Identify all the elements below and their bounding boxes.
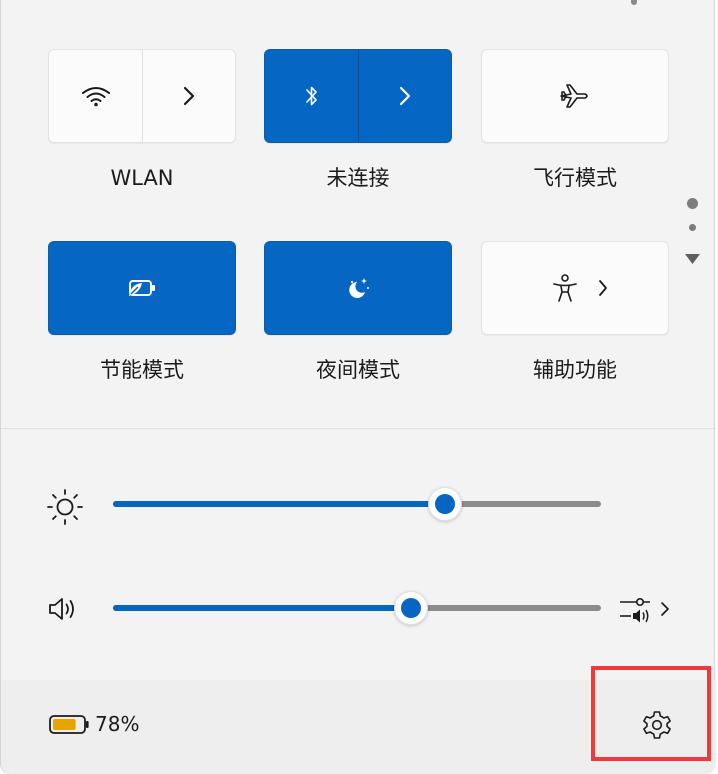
accessibility-icon <box>553 274 577 302</box>
bluetooth-label: 未连接 <box>326 166 390 190</box>
bluetooth-tile[interactable] <box>264 49 452 143</box>
wlan-toggle-button[interactable] <box>49 50 142 142</box>
night-light-icon <box>349 278 369 298</box>
chevron-right-icon <box>399 86 410 106</box>
chevron-right-icon <box>183 86 194 106</box>
battery-saver-tile[interactable] <box>48 241 236 335</box>
page-indicator-current[interactable] <box>687 198 698 209</box>
wlan-label: WLAN <box>110 166 174 190</box>
battery-saver-label: 节能模式 <box>100 358 184 382</box>
scroll-indicator <box>631 0 637 5</box>
bluetooth-expand-button[interactable] <box>358 50 451 142</box>
audio-output-icon <box>620 598 650 623</box>
accessibility-tile[interactable] <box>481 241 669 335</box>
bluetooth-toggle-button[interactable] <box>265 50 358 142</box>
battery-saver-icon <box>129 280 155 296</box>
audio-output-button[interactable] <box>618 594 670 624</box>
wlan-tile[interactable] <box>48 49 236 143</box>
speaker-icon[interactable] <box>47 596 79 622</box>
page-down-icon[interactable] <box>684 252 701 266</box>
chevron-right-icon <box>599 280 607 296</box>
settings-highlight-box <box>591 666 711 761</box>
volume-slider-fill <box>113 605 411 611</box>
accessibility-label: 辅助功能 <box>533 358 617 382</box>
wifi-icon <box>81 87 110 107</box>
chevron-right-icon <box>661 602 669 616</box>
volume-slider-thumb[interactable] <box>393 591 428 625</box>
brightness-slider[interactable] <box>113 487 601 521</box>
brightness-slider-fill <box>113 501 445 507</box>
quick-settings-panel: WLAN 未连接 飞行模式 节能模式 夜间模式 辅助功能 78% <box>0 0 716 774</box>
battery-status-button[interactable]: 78% <box>49 712 139 736</box>
brightness-icon <box>47 489 83 525</box>
page-indicator[interactable] <box>689 224 696 231</box>
airplane-mode-tile[interactable] <box>481 49 669 143</box>
night-light-tile[interactable] <box>264 241 452 335</box>
airplane-icon <box>560 84 588 108</box>
battery-percent: 78% <box>95 712 140 736</box>
bluetooth-icon <box>305 86 317 106</box>
volume-slider[interactable] <box>113 591 601 625</box>
airplane-mode-label: 飞行模式 <box>533 166 617 190</box>
night-light-label: 夜间模式 <box>316 358 400 382</box>
wlan-expand-button[interactable] <box>142 50 235 142</box>
brightness-slider-thumb[interactable] <box>427 487 462 521</box>
battery-icon <box>49 715 89 734</box>
